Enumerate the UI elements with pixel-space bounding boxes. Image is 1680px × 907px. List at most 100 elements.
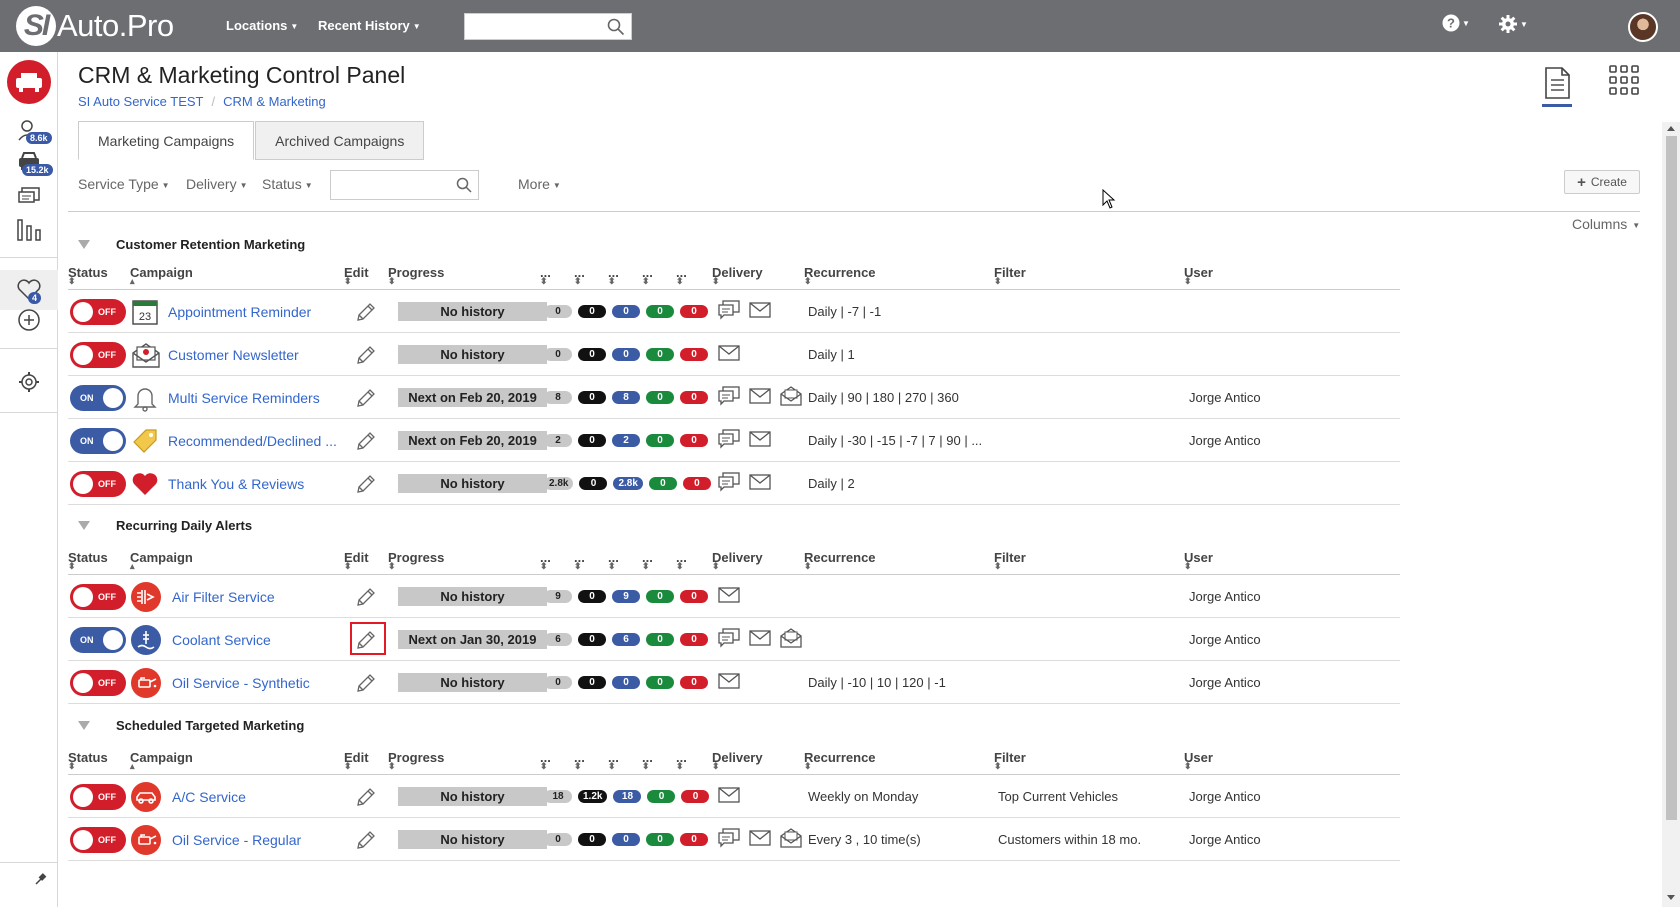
column-header-dots[interactable]: ⬍...: [676, 265, 687, 286]
campaign-name-link[interactable]: A/C Service: [172, 789, 246, 805]
status-toggle[interactable]: OFF: [70, 669, 126, 696]
column-header-dots[interactable]: ⬍...: [574, 750, 585, 771]
sort-icon[interactable]: ⬍: [676, 276, 684, 287]
sort-icon[interactable]: ⬍: [540, 561, 548, 572]
campaign-row[interactable]: ON Multi Service Reminders Next on Feb 20,…: [68, 376, 1400, 419]
global-search-input[interactable]: [464, 13, 632, 40]
settings-nav[interactable]: [0, 370, 58, 394]
campaign-name-link[interactable]: Thank You & Reviews: [168, 476, 304, 492]
sort-icon[interactable]: ⬍: [1184, 561, 1192, 572]
create-button[interactable]: + Create: [1564, 170, 1640, 194]
sort-icon[interactable]: ⬍: [1184, 276, 1192, 287]
column-header-dots[interactable]: ⬍...: [642, 550, 653, 571]
sort-icon[interactable]: ⬍: [68, 761, 76, 772]
group-header[interactable]: Customer Retention Marketing: [68, 234, 305, 254]
column-header-progress[interactable]: ⬍ Progress: [388, 550, 444, 571]
status-toggle[interactable]: OFF: [70, 470, 126, 497]
campaign-row[interactable]: OFF Oil Service - Synthetic No history 0 0 0 0…: [68, 661, 1400, 704]
edit-button[interactable]: [355, 376, 377, 419]
breadcrumb-item[interactable]: SI Auto Service TEST: [78, 94, 203, 109]
sort-icon[interactable]: ⬍: [540, 276, 548, 287]
sort-icon[interactable]: ⬍: [388, 276, 396, 287]
campaign-search-input[interactable]: [330, 170, 479, 200]
edit-button[interactable]: [355, 775, 377, 818]
column-header-dots[interactable]: ⬍...: [608, 550, 619, 571]
campaign-row[interactable]: OFF A/C Service No history 18 1.2k 18 0 0 Weekly…: [68, 775, 1400, 818]
edit-button[interactable]: [355, 575, 377, 618]
pin-sidebar[interactable]: [0, 872, 58, 886]
edit-button[interactable]: [355, 661, 377, 704]
delivery-filter[interactable]: Delivery ▼: [186, 176, 248, 192]
status-toggle[interactable]: OFF: [70, 826, 126, 853]
column-header-recurrence[interactable]: ⬍ Recurrence: [804, 265, 876, 286]
campaign-name-link[interactable]: Appointment Reminder: [168, 304, 311, 320]
edit-button[interactable]: [355, 290, 377, 333]
column-header-status[interactable]: ⬍ Status: [68, 750, 108, 771]
column-header-filter[interactable]: ⬍ Filter: [994, 750, 1026, 771]
campaign-row[interactable]: ON Recommended/Declined ... Next on Feb 20…: [68, 419, 1400, 462]
sort-icon[interactable]: ⬍: [712, 761, 720, 772]
document-view-button[interactable]: [1542, 66, 1572, 105]
campaign-row[interactable]: OFF Air Filter Service No history 9 0 9 0 0 Jorg…: [68, 575, 1400, 618]
sort-icon[interactable]: ⬍: [994, 761, 1002, 772]
edit-button[interactable]: [355, 333, 377, 376]
app-logo[interactable]: SI Auto.Pro: [16, 6, 174, 46]
column-header-user[interactable]: ⬍ User: [1184, 550, 1213, 571]
campaign-row[interactable]: OFF Customer Newsletter No history 0 0 0 0 0 Dai…: [68, 333, 1400, 376]
sort-icon[interactable]: ⬍: [804, 276, 812, 287]
sort-icon[interactable]: ⬍: [344, 276, 352, 287]
customers-nav[interactable]: 8.6k: [0, 118, 58, 144]
column-header-edit[interactable]: ⬍ Edit: [344, 550, 369, 571]
collapse-triangle-icon[interactable]: [78, 520, 90, 530]
sort-icon[interactable]: ⬍: [642, 276, 650, 287]
sort-icon[interactable]: ⬍: [994, 561, 1002, 572]
group-header[interactable]: Scheduled Targeted Marketing: [68, 715, 304, 735]
sort-icon[interactable]: ⬍: [344, 561, 352, 572]
campaign-row[interactable]: OFF Thank You & Reviews No history 2.8k 0 2.8…: [68, 462, 1400, 505]
sort-icon[interactable]: ⬍: [642, 761, 650, 772]
sort-icon[interactable]: ⬍: [68, 561, 76, 572]
marketing-nav[interactable]: 4: [0, 270, 58, 310]
page-scrollbar[interactable]: [1662, 122, 1680, 907]
campaign-row[interactable]: OFF Oil Service - Regular No history 0 0 0 0 0 E…: [68, 818, 1400, 861]
column-header-recurrence[interactable]: ⬍ Recurrence: [804, 750, 876, 771]
add-nav[interactable]: [0, 308, 58, 332]
sort-icon[interactable]: ▴: [130, 761, 135, 772]
status-toggle[interactable]: OFF: [70, 583, 126, 610]
sort-icon[interactable]: ⬍: [388, 561, 396, 572]
sort-icon[interactable]: ⬍: [712, 561, 720, 572]
column-header-dots[interactable]: ⬍...: [676, 750, 687, 771]
column-header-campaign[interactable]: ▴ Campaign: [130, 550, 193, 571]
columns-menu[interactable]: Columns ▼: [1572, 216, 1640, 232]
column-header-delivery[interactable]: ⬍ Delivery: [712, 265, 763, 286]
tab-archived-campaigns[interactable]: Archived Campaigns: [255, 121, 425, 160]
sort-icon[interactable]: ⬍: [642, 561, 650, 572]
collapse-triangle-icon[interactable]: [78, 239, 90, 249]
campaign-row[interactable]: OFF 23 Appointment Reminder No history 0 0 0 0 0…: [68, 290, 1400, 333]
status-toggle[interactable]: ON: [70, 384, 126, 411]
column-header-progress[interactable]: ⬍ Progress: [388, 750, 444, 771]
column-header-dots[interactable]: ⬍...: [540, 550, 551, 571]
column-header-dots[interactable]: ⬍...: [608, 265, 619, 286]
campaign-name-link[interactable]: Air Filter Service: [172, 589, 275, 605]
campaign-name-link[interactable]: Recommended/Declined ...: [168, 433, 337, 449]
column-header-filter[interactable]: ⬍ Filter: [994, 265, 1026, 286]
column-header-status[interactable]: ⬍ Status: [68, 550, 108, 571]
grid-view-button[interactable]: [1608, 64, 1640, 101]
column-header-delivery[interactable]: ⬍ Delivery: [712, 550, 763, 571]
column-header-dots[interactable]: ⬍...: [574, 265, 585, 286]
locations-menu[interactable]: Locations ▼: [226, 18, 298, 33]
sort-icon[interactable]: ⬍: [344, 761, 352, 772]
sort-icon[interactable]: ⬍: [804, 561, 812, 572]
group-header[interactable]: Recurring Daily Alerts: [68, 515, 252, 535]
sort-icon[interactable]: ⬍: [1184, 761, 1192, 772]
sort-icon[interactable]: ⬍: [68, 276, 76, 287]
sort-icon[interactable]: ⬍: [388, 761, 396, 772]
column-header-campaign[interactable]: ▴ Campaign: [130, 265, 193, 286]
column-header-campaign[interactable]: ▴ Campaign: [130, 750, 193, 771]
sort-icon[interactable]: ▴: [130, 561, 135, 572]
sort-icon[interactable]: ⬍: [676, 561, 684, 572]
campaign-name-link[interactable]: Customer Newsletter: [168, 347, 299, 363]
sort-icon[interactable]: ⬍: [804, 761, 812, 772]
status-toggle[interactable]: OFF: [70, 783, 126, 810]
